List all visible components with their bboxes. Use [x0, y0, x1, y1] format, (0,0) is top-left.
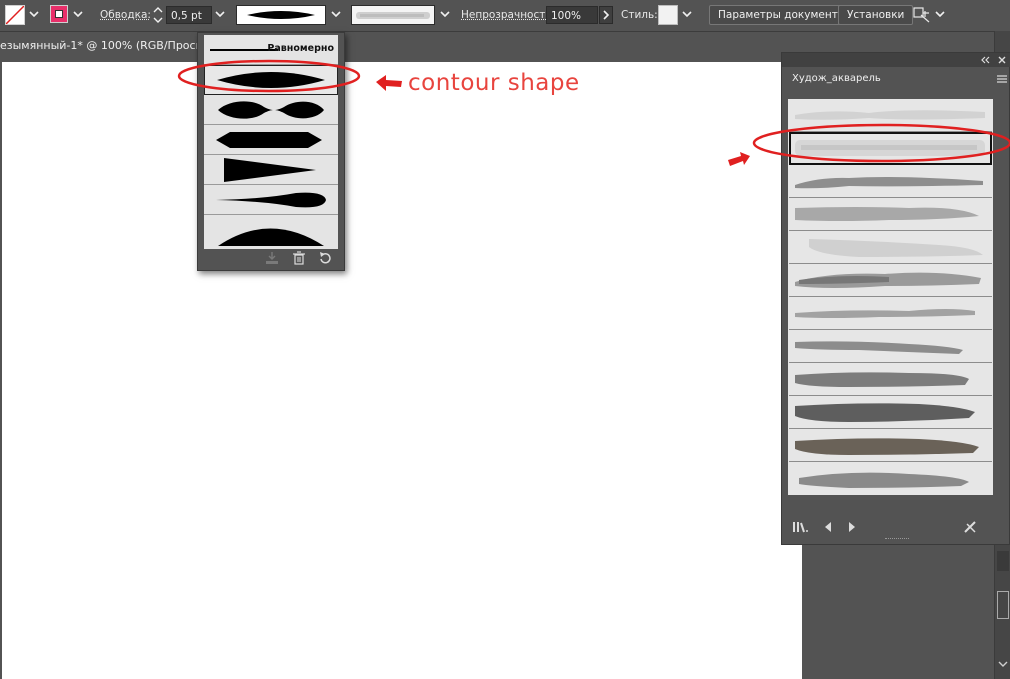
- control-bar: Обводка: 0,5 pt Непрозрачность: 100% Сти…: [0, 0, 1010, 32]
- profile-item-width-4[interactable]: [204, 155, 338, 185]
- scroll-down-icon[interactable]: [998, 659, 1008, 669]
- watercolor-stroke-preview: [789, 396, 992, 429]
- watercolor-stroke-preview: [789, 363, 992, 396]
- brush-item[interactable]: [789, 396, 992, 429]
- fill-swatch[interactable]: [5, 5, 25, 25]
- watercolor-stroke-preview: [789, 297, 992, 330]
- no-fill-icon: [6, 6, 24, 24]
- stroke-label[interactable]: Обводка:: [100, 9, 151, 21]
- brush-item[interactable]: [789, 264, 992, 297]
- brush-item[interactable]: [789, 231, 992, 264]
- arrange-documents-chevron-icon[interactable]: [933, 8, 947, 22]
- annotation-ellipse-brush: [748, 118, 1010, 168]
- collapsed-panel-icon[interactable]: [997, 591, 1009, 619]
- stroke-swatch[interactable]: [50, 5, 68, 23]
- brush-item[interactable]: [789, 198, 992, 231]
- style-label: Стиль:: [621, 9, 658, 21]
- fill-dropdown-chevron-icon[interactable]: [27, 8, 41, 22]
- annotation-label: contour shape: [408, 70, 580, 96]
- stroke-weight-stepper[interactable]: [151, 4, 165, 26]
- width-profile-preview: [237, 6, 325, 24]
- document-setup-button[interactable]: Параметры документа: [709, 5, 853, 25]
- preferences-button[interactable]: Установки: [838, 5, 913, 25]
- previous-library-icon[interactable]: [822, 520, 834, 534]
- document-tab-title: езымянный-1* @ 100% (RGB/Просм: [0, 39, 204, 52]
- brush-definition-selector[interactable]: [351, 5, 435, 25]
- stroke-weight-chevron-icon[interactable]: [213, 8, 227, 22]
- panel-menu-icon[interactable]: [996, 74, 1008, 84]
- width-profile-4-shape: [204, 155, 338, 185]
- profile-item-width-5[interactable]: [204, 185, 338, 215]
- scrollbar-thumb[interactable]: [997, 551, 1009, 571]
- style-chevron-icon[interactable]: [680, 8, 694, 22]
- brush-library-tab[interactable]: Худож_акварель: [785, 68, 875, 90]
- chevron-right-icon: [600, 7, 612, 23]
- graphic-style-swatch[interactable]: [658, 5, 678, 25]
- watercolor-stroke-preview: [789, 198, 992, 231]
- uniform-profile-label: Равномерно: [267, 43, 334, 54]
- brush-item[interactable]: [789, 330, 992, 363]
- brush-item[interactable]: [789, 165, 992, 198]
- watercolor-stroke-preview: [789, 462, 992, 495]
- profile-item-width-3[interactable]: [204, 125, 338, 155]
- watercolor-stroke-preview: [789, 165, 992, 198]
- watercolor-stroke-preview: [789, 330, 992, 363]
- brush-definition-chevron-icon[interactable]: [438, 8, 452, 22]
- brush-item[interactable]: [789, 297, 992, 330]
- brush-item[interactable]: [789, 429, 992, 462]
- width-profile-3-shape: [204, 125, 338, 155]
- stroke-swatch-inner: [55, 10, 63, 18]
- profile-item-width-6[interactable]: [204, 215, 338, 249]
- brush-options-icon[interactable]: [963, 520, 979, 534]
- close-panel-icon[interactable]: [997, 55, 1007, 65]
- width-profile-chevron-icon[interactable]: [329, 8, 343, 22]
- brush-item[interactable]: [789, 363, 992, 396]
- annotation-arrow-icon: [372, 72, 406, 94]
- annotation-ellipse-profile: [170, 55, 370, 100]
- arrange-documents-icon[interactable]: [912, 5, 932, 25]
- watercolor-stroke-preview: [789, 231, 992, 264]
- next-library-icon[interactable]: [846, 520, 858, 534]
- brush-item[interactable]: [789, 462, 992, 495]
- opacity-input[interactable]: 100%: [546, 6, 598, 24]
- panel-header-bar: [782, 53, 1010, 67]
- variable-width-profile-selector[interactable]: [236, 5, 326, 25]
- width-profile-6-shape: [204, 215, 338, 249]
- annotation-arrow-brush-icon: [726, 150, 752, 170]
- opacity-slider-button[interactable]: [599, 6, 613, 24]
- artboard[interactable]: [2, 62, 802, 679]
- reset-profile-icon[interactable]: [318, 251, 332, 268]
- stroke-weight-input[interactable]: 0,5 pt: [166, 6, 212, 24]
- stroke-dropdown-chevron-icon[interactable]: [71, 8, 85, 22]
- brush-preview: [352, 6, 434, 24]
- add-to-profiles-icon[interactable]: [265, 251, 279, 268]
- brush-libraries-menu-icon[interactable]: [792, 520, 810, 534]
- collapse-panel-icon[interactable]: [980, 55, 992, 65]
- opacity-label[interactable]: Непрозрачность:: [461, 9, 555, 21]
- panel-resize-grip[interactable]: [885, 538, 909, 542]
- brush-library-tab-label: Худож_акварель: [792, 73, 881, 84]
- watercolor-stroke-preview: [789, 429, 992, 462]
- watercolor-stroke-preview: [789, 264, 992, 297]
- delete-profile-icon[interactable]: [292, 251, 306, 268]
- width-profile-5-shape: [204, 185, 338, 215]
